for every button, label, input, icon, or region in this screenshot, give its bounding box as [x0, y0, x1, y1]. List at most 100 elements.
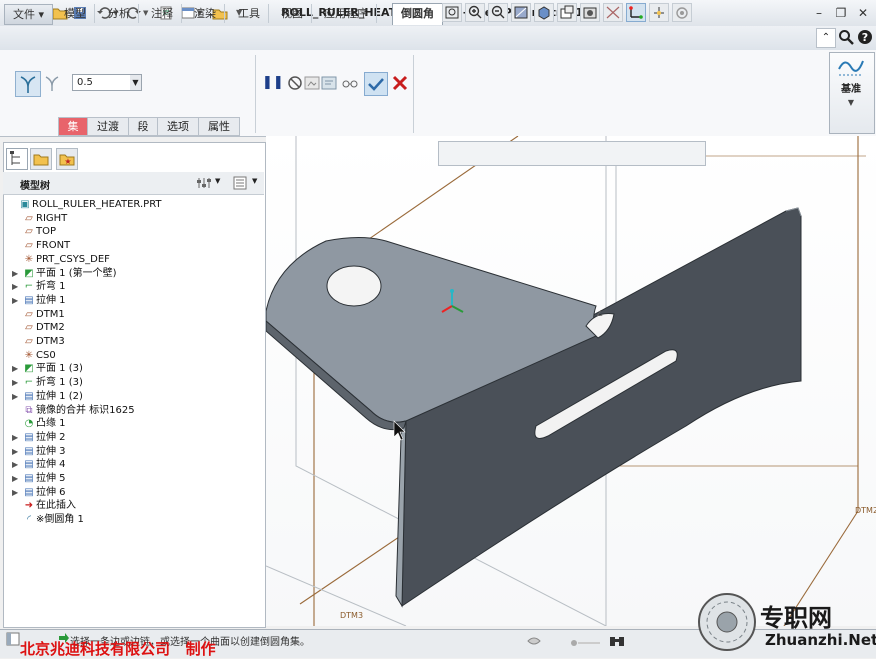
tab-annotate[interactable]: 注释 — [143, 4, 182, 23]
favorites-icon[interactable]: ★ — [56, 148, 78, 170]
tab-model[interactable]: 模型 — [56, 4, 95, 23]
pause-icon[interactable]: ❚❚ — [262, 73, 284, 93]
saved-views-icon[interactable] — [557, 3, 577, 22]
tab-round[interactable]: 倒圆角 — [392, 3, 443, 25]
expand-arrow-icon[interactable]: ▶ — [12, 431, 22, 444]
model-tree-tab-icon[interactable] — [6, 148, 28, 170]
part-icon: ▣ — [20, 199, 30, 210]
tree-item[interactable]: ▱ DTM1 — [12, 308, 65, 321]
graphics-viewport[interactable]: ∠ — [266, 136, 876, 626]
expand-arrow-icon[interactable]: ▶ — [12, 267, 22, 280]
expand-arrow-icon[interactable]: ▶ — [12, 390, 22, 403]
subtab-options[interactable]: 选项 — [157, 117, 199, 136]
tree-item[interactable]: ▱ DTM2 — [12, 321, 65, 334]
help-icon[interactable]: ? — [857, 29, 873, 45]
tree-settings-dropdown-icon[interactable]: ▼ — [215, 177, 220, 185]
tree-item-label: 拉伸 1 (2) — [36, 390, 83, 402]
refit-icon[interactable] — [442, 3, 462, 22]
datum-panel-dropdown-icon[interactable]: ▼ — [829, 98, 873, 107]
extrude-icon: ▤ — [24, 445, 34, 457]
verify-icon[interactable] — [319, 73, 339, 93]
repaint-icon[interactable] — [511, 3, 531, 22]
zoom-out-icon[interactable] — [488, 3, 508, 22]
tree-item[interactable]: ➜ 在此插入 — [12, 499, 76, 512]
tree-settings-icon[interactable] — [196, 176, 212, 190]
tree-item[interactable]: ▱ FRONT — [12, 239, 70, 252]
tree-item[interactable]: ⧉ 镜像的合并 标识1625 — [12, 404, 134, 417]
tree-item[interactable]: ◜ ※倒圆角 1 — [12, 513, 84, 526]
tree-show-dropdown-icon[interactable]: ▼ — [252, 177, 257, 185]
tree-item[interactable]: ▶ ▤ 拉伸 6 — [12, 486, 66, 499]
datum-display-icon[interactable] — [603, 3, 623, 22]
display-style-icon[interactable] — [534, 3, 554, 22]
expand-arrow-icon[interactable]: ▶ — [12, 445, 22, 458]
mirror-merge-icon: ⧉ — [25, 404, 33, 416]
tree-item[interactable]: ▶ ▤ 拉伸 3 — [12, 445, 66, 458]
tree-item[interactable]: ▶ ⌐ 折弯 1 (3) — [12, 376, 83, 389]
subtab-properties[interactable]: 属性 — [198, 117, 240, 136]
close-button[interactable]: ✕ — [852, 4, 874, 22]
selection-filter-icon[interactable] — [525, 632, 543, 650]
tree-item[interactable]: ▶ ◩ 平面 1 (3) — [12, 362, 83, 375]
tree-item[interactable]: ▶ ▤ 拉伸 4 — [12, 458, 66, 471]
view-manager-icon[interactable] — [580, 3, 600, 22]
radius-value-input[interactable]: 0.5 — [72, 74, 136, 91]
apply-button[interactable] — [364, 72, 388, 96]
tree-item[interactable]: ✳ PRT_CSYS_DEF — [12, 253, 110, 266]
datum-panel-label: 基准 — [841, 84, 861, 95]
constant-round-icon[interactable] — [15, 71, 41, 97]
find-icon[interactable] — [608, 632, 626, 650]
tree-item[interactable]: ▣ ROLL_RULER_HEATER.PRT — [8, 198, 161, 211]
tree-item[interactable]: ▱ RIGHT — [12, 212, 67, 225]
spin-center-icon[interactable] — [649, 3, 669, 22]
tree-item[interactable]: ✳ CS0 — [12, 349, 56, 362]
subtab-sets[interactable]: 集 — [58, 117, 88, 136]
tree-item[interactable]: ▱ DTM3 — [12, 335, 65, 348]
tree-item[interactable]: ▱ TOP — [12, 225, 56, 238]
tab-file[interactable]: 文件 ▾ — [4, 4, 54, 25]
csys-display-icon[interactable] — [626, 3, 646, 22]
toggle-navigator-icon[interactable] — [6, 632, 20, 646]
cancel-button[interactable] — [390, 73, 410, 93]
extrude-icon: ▤ — [24, 294, 34, 306]
subtab-transitions[interactable]: 过渡 — [87, 117, 129, 136]
model-view[interactable]: ∠ — [266, 136, 876, 626]
tree-item[interactable]: ▶ ▤ 拉伸 1 (2) — [12, 390, 83, 403]
in-graphics-toolbar — [438, 141, 706, 166]
tree-item[interactable]: ▶ ▤ 拉伸 1 — [12, 294, 66, 307]
tree-show-icon[interactable] — [232, 176, 248, 190]
tree-item[interactable]: ▶ ▤ 拉伸 2 — [12, 431, 66, 444]
glasses-icon[interactable] — [340, 73, 360, 93]
restore-button[interactable]: ❐ — [830, 4, 852, 22]
tree-item[interactable]: ▶ ◩ 平面 1 (第一个壁) — [12, 267, 117, 280]
datum-plane-icon: ▱ — [25, 226, 33, 238]
subtab-pieces[interactable]: 段 — [128, 117, 158, 136]
expand-arrow-icon[interactable]: ▶ — [12, 472, 22, 485]
folder-browser-icon[interactable] — [30, 148, 52, 170]
zoom-in-icon[interactable] — [465, 3, 485, 22]
full-round-icon[interactable] — [42, 73, 62, 93]
expand-arrow-icon[interactable]: ▶ — [12, 458, 22, 471]
tab-render[interactable]: 渲染 — [186, 4, 225, 23]
expand-arrow-icon[interactable]: ▶ — [12, 294, 22, 307]
expand-arrow-icon[interactable]: ▶ — [12, 280, 22, 293]
search-icon[interactable] — [838, 29, 854, 45]
datum-label-dtm2: DTM2 — [855, 506, 876, 515]
radius-dropdown-icon[interactable]: ▼ — [130, 74, 142, 91]
datum-plane-icon: ▱ — [25, 336, 33, 347]
ribbon-collapse-icon[interactable]: ⌃ — [816, 28, 836, 48]
datum-curve-icon — [837, 55, 865, 77]
expand-arrow-icon[interactable]: ▶ — [12, 362, 22, 375]
tab-applications[interactable]: 应用程序 — [316, 4, 377, 23]
tree-item[interactable]: ◔ 凸缘 1 — [12, 417, 66, 430]
annotation-display-icon[interactable] — [672, 3, 692, 22]
expand-arrow-icon[interactable]: ▶ — [12, 486, 22, 499]
tab-tools[interactable]: 工具 — [230, 4, 269, 23]
tree-item[interactable]: ▶ ▤ 拉伸 5 — [12, 472, 66, 485]
tree-item[interactable]: ▶ ⌐ 折弯 1 — [12, 280, 66, 293]
expand-arrow-icon[interactable]: ▶ — [12, 376, 22, 389]
flat-wall-icon: ◩ — [24, 267, 34, 279]
tab-view[interactable]: 视图 — [273, 4, 312, 23]
tab-analysis[interactable]: 分析 — [100, 4, 139, 23]
minimize-button[interactable]: – — [808, 4, 830, 22]
